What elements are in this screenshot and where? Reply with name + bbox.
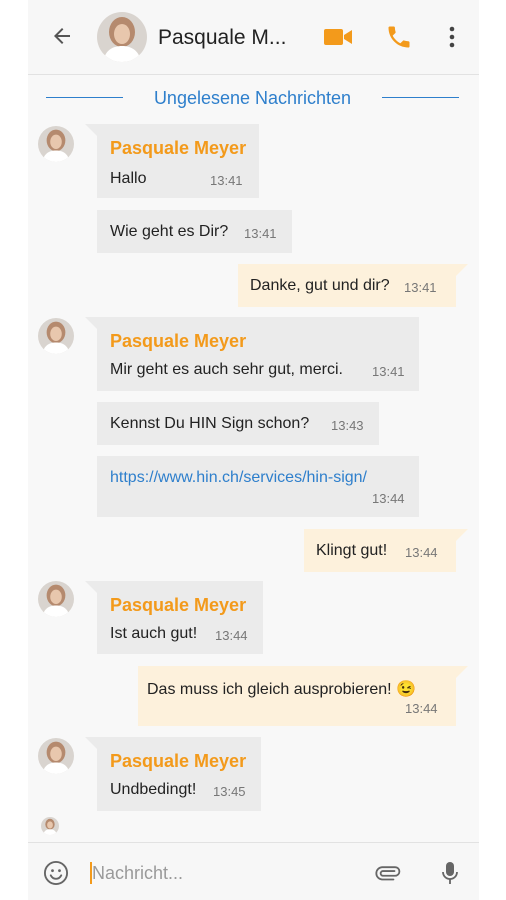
message-sender: Pasquale Meyer	[110, 751, 247, 771]
message-link[interactable]: https://www.hin.ch/services/hin-sign/	[110, 469, 367, 487]
more-options-button[interactable]	[442, 22, 462, 52]
message-bubble-incoming[interactable]: Pasquale Meyer Undbedingt! 13:45	[97, 737, 261, 811]
message-text: Undbedingt!	[110, 781, 197, 798]
message-time: 13:41	[210, 173, 243, 188]
message-time: 13:44	[405, 701, 438, 716]
chat-header: Pasquale M...	[28, 0, 479, 75]
message-sender: Pasquale Meyer	[110, 331, 247, 351]
message-sender: Pasquale Meyer	[110, 595, 247, 615]
bubble-tail	[456, 529, 468, 541]
unread-divider: Ungelesene Nachrichten	[46, 86, 459, 110]
contact-name[interactable]: Pasquale M...	[158, 26, 298, 50]
bubble-tail	[85, 317, 97, 329]
bubble-tail	[456, 666, 468, 678]
emoji-icon	[43, 860, 69, 886]
message-sender: Pasquale Meyer	[110, 138, 247, 158]
message-time: 13:41	[244, 226, 277, 241]
divider-line-right	[382, 97, 459, 98]
chat-screen: Pasquale M... Ungelesene Nachrichten Pas…	[28, 0, 479, 900]
sender-avatar[interactable]	[38, 126, 74, 162]
back-button[interactable]	[46, 20, 78, 52]
message-bubble-incoming[interactable]: Wie geht es Dir? 13:41	[97, 210, 292, 253]
emoji-button[interactable]	[42, 859, 70, 887]
bubble-tail	[85, 737, 97, 749]
sender-avatar[interactable]	[38, 738, 74, 774]
bubble-tail	[456, 264, 468, 276]
message-text: Danke, gut und dir?	[250, 277, 390, 294]
message-time: 13:43	[331, 418, 364, 433]
message-text: Klingt gut!	[316, 542, 388, 559]
message-bubble-outgoing[interactable]: Das muss ich gleich ausprobieren! 😉 13:4…	[138, 666, 456, 726]
video-camera-icon	[324, 29, 352, 45]
attach-button[interactable]	[372, 857, 402, 887]
paperclip-icon	[375, 866, 401, 881]
bubble-tail	[85, 581, 97, 593]
text-cursor	[90, 862, 92, 884]
bubble-tail	[85, 124, 97, 136]
message-composer	[28, 842, 479, 900]
microphone-icon	[442, 862, 458, 884]
message-bubble-incoming[interactable]: Kennst Du HIN Sign schon? 13:43	[97, 402, 379, 445]
message-text: Kennst Du HIN Sign schon?	[110, 415, 310, 432]
video-call-button[interactable]	[322, 22, 354, 52]
message-input[interactable]	[90, 857, 364, 889]
message-text: Wie geht es Dir?	[110, 223, 229, 240]
message-bubble-incoming[interactable]: Pasquale Meyer Ist auch gut! 13:44	[97, 581, 263, 654]
message-time: 13:44	[215, 628, 248, 643]
sender-avatar[interactable]	[38, 581, 74, 617]
message-bubble-outgoing[interactable]: Klingt gut! 13:44	[304, 529, 456, 572]
message-time: 13:41	[372, 364, 405, 379]
message-text: Hallo	[110, 170, 147, 187]
message-time: 13:44	[372, 491, 405, 506]
message-time: 13:41	[404, 280, 437, 295]
message-bubble-incoming[interactable]: https://www.hin.ch/services/hin-sign/ 13…	[97, 456, 419, 517]
message-time: 13:45	[213, 784, 246, 799]
message-bubble-outgoing[interactable]: Danke, gut und dir? 13:41	[238, 264, 456, 307]
unread-label: Ungelesene Nachrichten	[153, 88, 352, 108]
read-receipt-avatar	[41, 817, 59, 835]
arrow-left-icon	[54, 28, 70, 44]
contact-avatar[interactable]	[97, 12, 147, 62]
voice-call-button[interactable]	[385, 22, 413, 52]
more-vertical-icon	[449, 26, 455, 48]
message-text: Ist auch gut!	[110, 625, 198, 642]
message-time: 13:44	[405, 545, 438, 560]
message-text: Das muss ich gleich ausprobieren! 😉	[147, 681, 416, 698]
sender-avatar[interactable]	[38, 318, 74, 354]
message-text: Mir geht es auch sehr gut, merci.	[110, 361, 343, 378]
microphone-button[interactable]	[438, 859, 462, 887]
phone-icon	[388, 26, 410, 48]
message-bubble-incoming[interactable]: Pasquale Meyer Mir geht es auch sehr gut…	[97, 317, 419, 391]
message-bubble-incoming[interactable]: Pasquale Meyer Hallo 13:41	[97, 124, 259, 198]
